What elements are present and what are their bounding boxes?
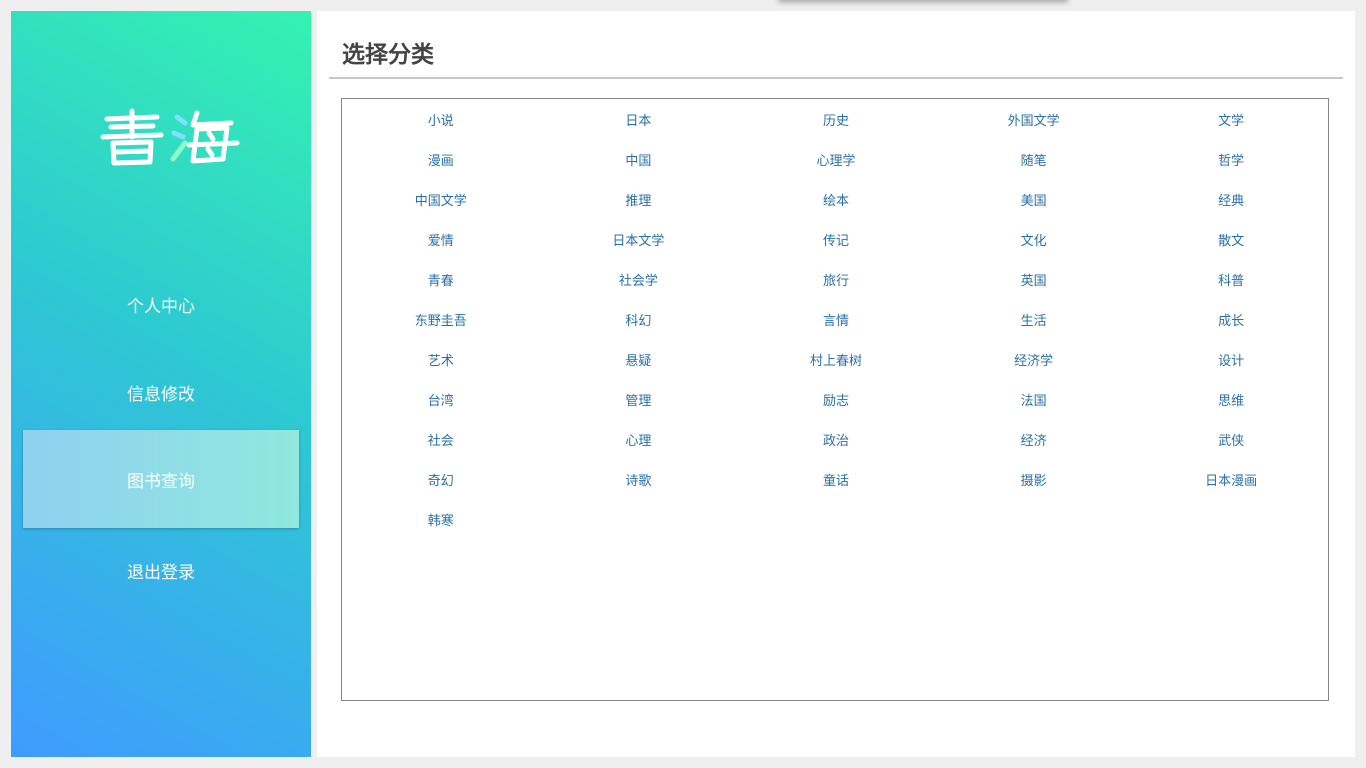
category-link[interactable]: 哲学 — [1132, 139, 1330, 179]
category-link[interactable]: 英国 — [935, 259, 1133, 299]
nav-label: 图书查询 — [127, 471, 195, 492]
category-link[interactable]: 日本文学 — [540, 219, 738, 259]
category-link[interactable]: 悬疑 — [540, 339, 738, 379]
category-link[interactable]: 东野圭吾 — [342, 299, 540, 339]
category-link[interactable]: 诗歌 — [540, 459, 738, 499]
category-link[interactable]: 科幻 — [540, 299, 738, 339]
sidebar: 个人中心 信息修改 图书查询 退出登录 — [11, 11, 311, 757]
category-link[interactable]: 社会学 — [540, 259, 738, 299]
category-link[interactable]: 美国 — [935, 179, 1133, 219]
title-divider — [329, 77, 1343, 79]
nav-label: 个人中心 — [127, 296, 195, 317]
nav-label: 信息修改 — [127, 384, 195, 405]
nav-personal-center[interactable]: 个人中心 — [23, 255, 299, 353]
category-link[interactable]: 童话 — [737, 459, 935, 499]
category-link[interactable]: 思维 — [1132, 379, 1330, 419]
category-link[interactable]: 村上春树 — [737, 339, 935, 379]
category-link[interactable]: 奇幻 — [342, 459, 540, 499]
category-link[interactable]: 韩寒 — [342, 499, 540, 539]
category-grid: 小说 日本 历史 外国文学 文学漫画 中国 心理学 随笔 哲学中国文学 推理 绘本 美国 经典爱情 日本文… — [342, 99, 1330, 539]
category-link[interactable]: 台湾 — [342, 379, 540, 419]
category-link[interactable]: 法国 — [935, 379, 1133, 419]
category-link[interactable]: 心理 — [540, 419, 738, 459]
category-link[interactable]: 日本 — [540, 99, 738, 139]
page-title: 选择分类 — [342, 42, 434, 68]
category-link[interactable]: 中国文学 — [342, 179, 540, 219]
category-link[interactable]: 科普 — [1132, 259, 1330, 299]
category-link[interactable]: 小说 — [342, 99, 540, 139]
category-link[interactable]: 中国 — [540, 139, 738, 179]
category-link[interactable]: 绘本 — [737, 179, 935, 219]
category-link[interactable]: 散文 — [1132, 219, 1330, 259]
category-link[interactable]: 经典 — [1132, 179, 1330, 219]
category-link[interactable]: 青春 — [342, 259, 540, 299]
main-panel: 选择分类 小说 日本 历史 外国文学 文学漫画 中国 心理学 随笔 哲学中国文学 推理 绘本 美国 经典… — [317, 11, 1355, 757]
logo-calligraphy-icon — [100, 108, 240, 166]
category-link[interactable]: 艺术 — [342, 339, 540, 379]
category-link[interactable]: 心理学 — [737, 139, 935, 179]
logo — [11, 107, 311, 177]
category-link[interactable]: 言情 — [737, 299, 935, 339]
category-link[interactable]: 漫画 — [342, 139, 540, 179]
category-link[interactable]: 经济 — [935, 419, 1133, 459]
category-link[interactable]: 随笔 — [935, 139, 1133, 179]
category-link[interactable]: 经济学 — [935, 339, 1133, 379]
nav-book-search[interactable]: 图书查询 — [23, 430, 299, 528]
category-link[interactable]: 传记 — [737, 219, 935, 259]
nav-edit-info[interactable]: 信息修改 — [23, 343, 299, 441]
category-link[interactable]: 爱情 — [342, 219, 540, 259]
category-link[interactable]: 日本漫画 — [1132, 459, 1330, 499]
category-link[interactable]: 设计 — [1132, 339, 1330, 379]
category-link[interactable]: 成长 — [1132, 299, 1330, 339]
category-link[interactable]: 生活 — [935, 299, 1133, 339]
category-link[interactable]: 政治 — [737, 419, 935, 459]
category-link[interactable]: 文化 — [935, 219, 1133, 259]
category-link[interactable]: 励志 — [737, 379, 935, 419]
category-link[interactable]: 文学 — [1132, 99, 1330, 139]
category-link[interactable]: 外国文学 — [935, 99, 1133, 139]
category-link[interactable]: 社会 — [342, 419, 540, 459]
category-link[interactable]: 推理 — [540, 179, 738, 219]
nav-label: 退出登录 — [127, 562, 195, 583]
category-link[interactable]: 历史 — [737, 99, 935, 139]
category-link[interactable]: 摄影 — [935, 459, 1133, 499]
nav-logout[interactable]: 退出登录 — [23, 521, 299, 619]
category-link[interactable]: 管理 — [540, 379, 738, 419]
category-link[interactable]: 旅行 — [737, 259, 935, 299]
category-box: 小说 日本 历史 外国文学 文学漫画 中国 心理学 随笔 哲学中国文学 推理 绘本 美国 经典爱情 日本文… — [341, 98, 1329, 701]
category-link[interactable]: 武侠 — [1132, 419, 1330, 459]
